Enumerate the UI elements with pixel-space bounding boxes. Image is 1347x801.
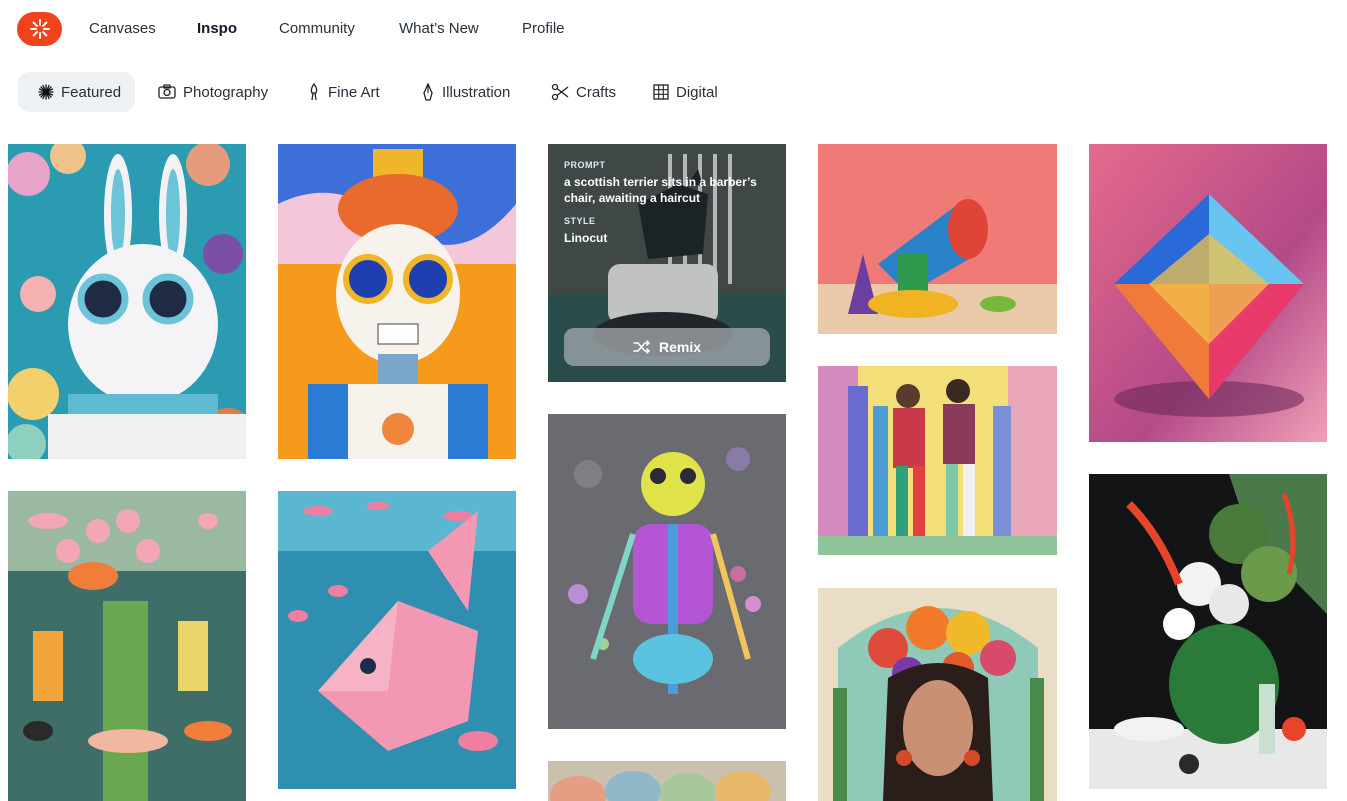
remix-label: Remix: [658, 339, 702, 355]
top-nav: Canvases Inspo Community What’s New Prof…: [0, 0, 1347, 60]
category-label: Featured: [61, 83, 122, 101]
hover-prompt-overlay: PROMPT a scottish terrier sits in a barb…: [548, 144, 786, 382]
style-label: STYLE: [564, 216, 596, 226]
gallery-image-fish-flowers[interactable]: [8, 491, 246, 801]
prompt-text: a scottish terrier sits in a barber’s ch…: [564, 175, 757, 205]
nav-canvases[interactable]: Canvases: [89, 20, 156, 37]
nav-community[interactable]: Community: [279, 20, 355, 37]
category-featured[interactable]: Featured: [18, 72, 135, 112]
gallery-image-fashion-couple[interactable]: [818, 366, 1057, 555]
style-value: Linocut: [564, 231, 608, 245]
gallery-image-white-rabbit[interactable]: [8, 144, 246, 459]
category-crafts[interactable]: Crafts: [551, 72, 616, 112]
gallery-image-woman-flower-crown[interactable]: [818, 588, 1057, 801]
nav-inspo[interactable]: Inspo: [197, 20, 237, 37]
gallery-image-rainbow-skeleton[interactable]: [548, 414, 786, 729]
category-illustration[interactable]: Illustration: [421, 72, 510, 112]
gallery-image-sugar-skull[interactable]: [278, 144, 516, 459]
gallery-image-megaphone[interactable]: [818, 144, 1057, 334]
category-label: Illustration: [442, 83, 511, 101]
pen-nib-icon: [421, 83, 435, 101]
gallery-image-scottish-terrier[interactable]: PROMPT a scottish terrier sits in a barb…: [548, 144, 786, 382]
remix-button[interactable]: Remix: [564, 328, 770, 366]
sparkle-icon: [38, 84, 54, 100]
nav-whats-new[interactable]: What’s New: [399, 20, 479, 37]
category-digital[interactable]: Digital: [653, 72, 718, 112]
shuffle-icon: [633, 340, 651, 354]
category-label: Crafts: [576, 83, 617, 101]
brush-icon: [307, 83, 321, 101]
category-label: Fine Art: [328, 83, 380, 101]
gallery-image-easter-eggs[interactable]: [548, 761, 786, 801]
logo-icon[interactable]: [17, 12, 62, 46]
scissors-icon: [551, 83, 569, 101]
prompt-label: PROMPT: [564, 160, 606, 170]
category-photography[interactable]: Photography: [158, 72, 268, 112]
category-label: Photography: [183, 83, 269, 101]
nav-profile[interactable]: Profile: [522, 20, 565, 37]
grid-icon: [653, 84, 669, 100]
gallery-image-crystal-diamond[interactable]: [1089, 144, 1327, 442]
category-fine-art[interactable]: Fine Art: [307, 72, 380, 112]
category-label: Digital: [676, 83, 718, 101]
gallery-image-flower-still-life[interactable]: [1089, 474, 1327, 789]
gallery-image-low-poly-fish[interactable]: [278, 491, 516, 789]
camera-icon: [158, 84, 176, 100]
